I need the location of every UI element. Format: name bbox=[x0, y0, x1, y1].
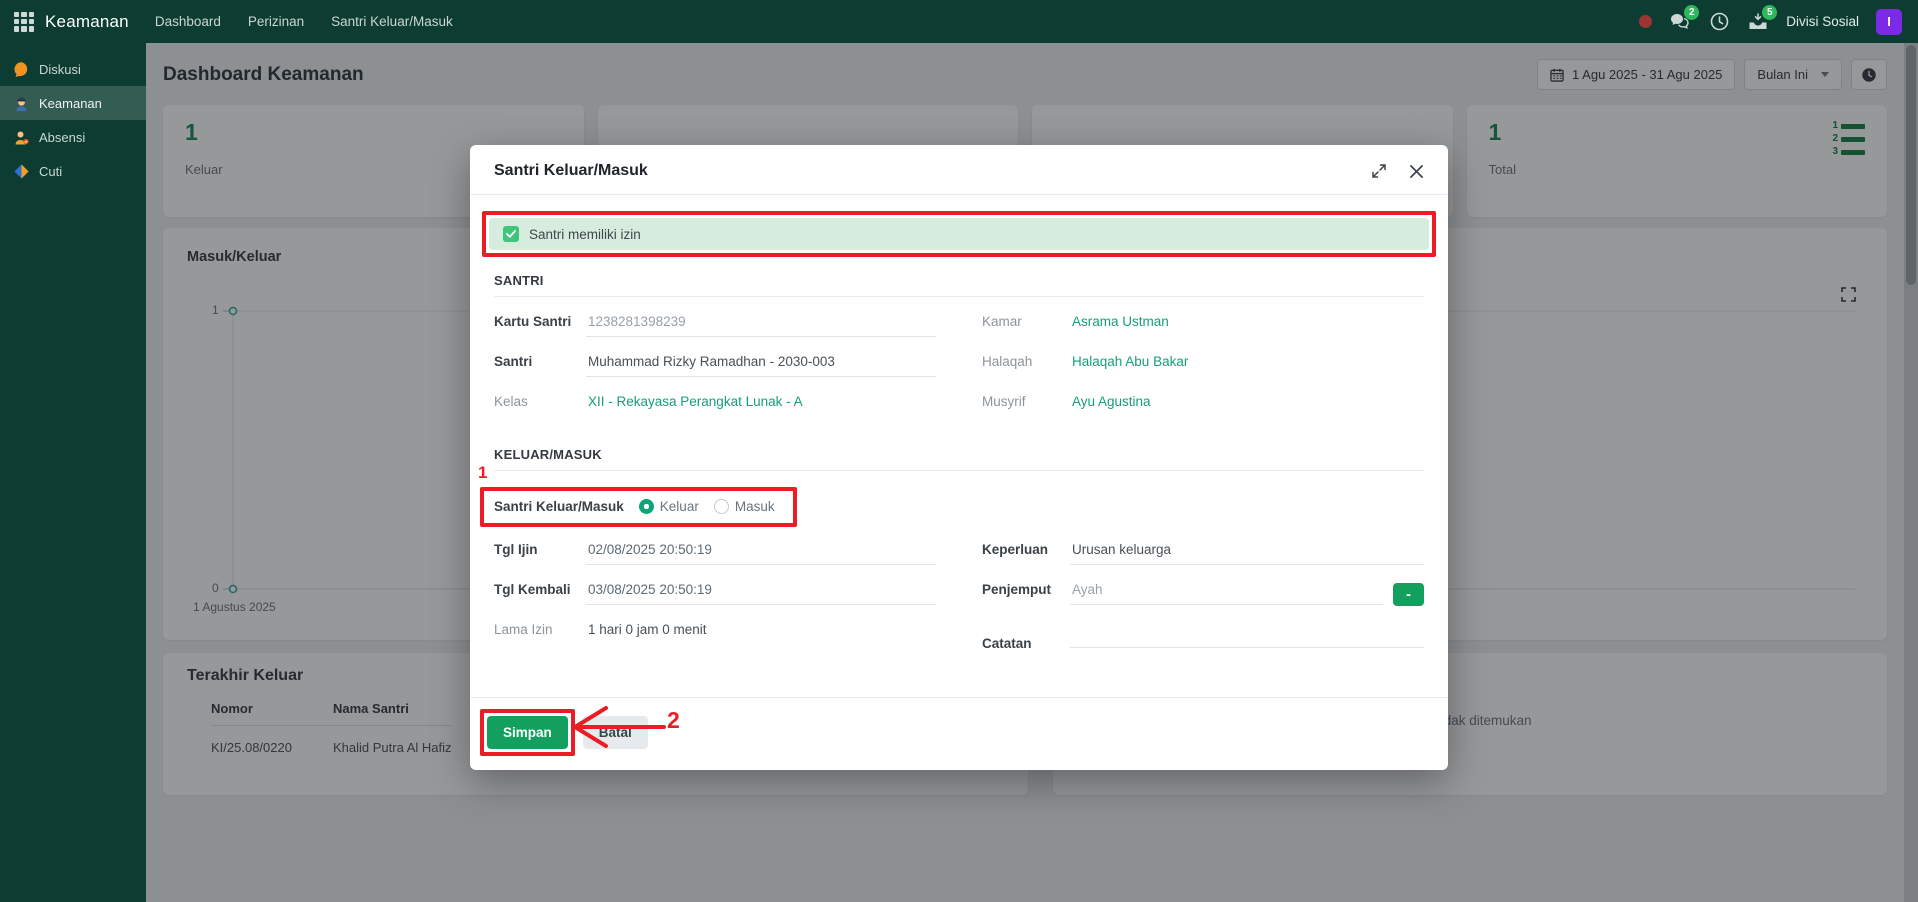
sidebar-item-cuti[interactable]: Cuti bbox=[0, 154, 146, 188]
tgl-kembali-input[interactable]: 03/08/2025 20:50:19 bbox=[586, 581, 936, 605]
annotation-box-radio: Santri Keluar/Masuk Keluar Masuk bbox=[480, 487, 797, 527]
annotation-arrow bbox=[570, 705, 680, 750]
santri-fields-right: Kamar Asrama Ustman Halaqah Halaqah Abu … bbox=[982, 313, 1424, 433]
annotation-box-alert: Santri memiliki izin bbox=[482, 211, 1436, 257]
security-guard-icon bbox=[13, 95, 30, 112]
annotation-step-1: 1 bbox=[478, 463, 487, 483]
field-label: Penjemput bbox=[982, 582, 1070, 597]
radio-option-label: Masuk bbox=[735, 499, 775, 514]
musyrif-link[interactable]: Ayu Agustina bbox=[1070, 393, 1424, 416]
history-clock-icon[interactable] bbox=[1708, 11, 1730, 33]
keluar-masuk-radio-group: Santri Keluar/Masuk Keluar Masuk bbox=[494, 499, 775, 514]
radio-option-label: Keluar bbox=[660, 499, 699, 514]
section-title-santri: SANTRI bbox=[494, 273, 1424, 297]
kelas-link[interactable]: XII - Rekayasa Perangkat Lunak - A bbox=[586, 393, 936, 416]
sidebar-item-label: Cuti bbox=[39, 164, 62, 179]
field-label: Santri bbox=[494, 354, 586, 369]
top-navbar: Keamanan Dashboard Perizinan Santri Kelu… bbox=[0, 0, 1918, 43]
km-fields-left: Tgl Ijin 02/08/2025 20:50:19 Tgl Kembali… bbox=[494, 541, 936, 664]
field-santri: Santri Muhammad Rizky Ramadhan - 2030-00… bbox=[494, 353, 936, 380]
sidebar-item-label: Keamanan bbox=[39, 96, 102, 111]
modal-header: Santri Keluar/Masuk bbox=[470, 145, 1448, 195]
catatan-input[interactable] bbox=[1070, 621, 1424, 648]
field-tgl-ijin: Tgl Ijin 02/08/2025 20:50:19 bbox=[494, 541, 936, 568]
save-button[interactable]: Simpan bbox=[487, 716, 568, 749]
chat-bubble-icon bbox=[13, 61, 30, 78]
field-label: Kartu Santri bbox=[494, 314, 586, 329]
field-catatan: Catatan bbox=[982, 621, 1424, 651]
field-label: Santri Keluar/Masuk bbox=[494, 499, 624, 514]
sidebar-item-label: Diskusi bbox=[39, 62, 81, 77]
field-musyrif: Musyrif Ayu Agustina bbox=[982, 393, 1424, 420]
field-label: Lama Izin bbox=[494, 622, 586, 637]
halaqah-link[interactable]: Halaqah Abu Bakar bbox=[1070, 353, 1424, 376]
nav-link-dashboard[interactable]: Dashboard bbox=[155, 14, 221, 29]
kartu-santri-input[interactable]: 1238281398239 bbox=[586, 313, 936, 337]
permission-alert: Santri memiliki izin bbox=[489, 218, 1429, 250]
field-lama-izin: Lama Izin 1 hari 0 jam 0 menit bbox=[494, 621, 936, 648]
attendance-person-icon bbox=[13, 129, 30, 146]
field-tgl-kembali: Tgl Kembali 03/08/2025 20:50:19 bbox=[494, 581, 936, 608]
lama-izin-value: 1 hari 0 jam 0 menit bbox=[586, 621, 936, 644]
nav-link-perizinan[interactable]: Perizinan bbox=[248, 14, 304, 29]
field-label: Kamar bbox=[982, 314, 1070, 329]
field-penjemput: Penjemput Ayah - bbox=[982, 581, 1424, 608]
sidebar: Diskusi Keamanan Absensi Cuti bbox=[0, 43, 146, 902]
field-label: Keperluan bbox=[982, 542, 1070, 557]
tgl-ijin-input[interactable]: 02/08/2025 20:50:19 bbox=[586, 541, 936, 565]
modal-close-icon[interactable] bbox=[1409, 164, 1424, 179]
kamar-link[interactable]: Asrama Ustman bbox=[1070, 313, 1424, 336]
radio-checked-icon bbox=[639, 499, 654, 514]
check-icon bbox=[503, 226, 519, 242]
penjemput-input[interactable]: Ayah bbox=[1070, 581, 1383, 605]
santri-input[interactable]: Muhammad Rizky Ramadhan - 2030-003 bbox=[586, 353, 936, 377]
annotation-box-save: Simpan bbox=[480, 709, 575, 756]
user-avatar[interactable]: I bbox=[1876, 9, 1902, 35]
modal-title: Santri Keluar/Masuk bbox=[494, 162, 648, 180]
field-label: Kelas bbox=[494, 394, 586, 409]
field-label: Catatan bbox=[982, 636, 1070, 651]
nav-link-santri-keluar-masuk[interactable]: Santri Keluar/Masuk bbox=[331, 14, 453, 29]
leave-diamond-icon bbox=[13, 163, 30, 180]
field-kelas: Kelas XII - Rekayasa Perangkat Lunak - A bbox=[494, 393, 936, 420]
field-label: Musyrif bbox=[982, 394, 1070, 409]
permission-alert-text: Santri memiliki izin bbox=[529, 227, 641, 242]
field-label: Tgl Kembali bbox=[494, 582, 586, 597]
km-fields-right: Keperluan Urusan keluarga Penjemput Ayah… bbox=[982, 541, 1424, 664]
section-title-keluar-masuk: KELUAR/MASUK bbox=[494, 447, 1424, 471]
brand-title: Keamanan bbox=[45, 12, 129, 32]
chat-icon[interactable]: 2 bbox=[1669, 11, 1691, 33]
inbox-tray-icon[interactable]: 5 bbox=[1747, 11, 1769, 33]
sidebar-item-label: Absensi bbox=[39, 130, 85, 145]
app-root: Keamanan Dashboard Perizinan Santri Kelu… bbox=[0, 0, 1918, 902]
radio-unchecked-icon bbox=[714, 499, 729, 514]
remove-penjemput-button[interactable]: - bbox=[1393, 583, 1424, 606]
radio-option-keluar[interactable]: Keluar bbox=[639, 499, 699, 514]
inbox-badge: 5 bbox=[1762, 5, 1777, 20]
modal-expand-icon[interactable] bbox=[1371, 163, 1387, 179]
sidebar-item-absensi[interactable]: Absensi bbox=[0, 120, 146, 154]
sidebar-item-diskusi[interactable]: Diskusi bbox=[0, 52, 146, 86]
santri-fields-left: Kartu Santri 1238281398239 Santri Muhamm… bbox=[494, 313, 936, 433]
modal-body: Santri memiliki izin SANTRI Kartu Santri… bbox=[470, 195, 1448, 697]
recording-status-dot bbox=[1639, 15, 1652, 28]
keperluan-input[interactable]: Urusan keluarga bbox=[1070, 541, 1424, 565]
field-kamar: Kamar Asrama Ustman bbox=[982, 313, 1424, 340]
division-label: Divisi Sosial bbox=[1786, 14, 1859, 29]
field-halaqah: Halaqah Halaqah Abu Bakar bbox=[982, 353, 1424, 380]
modal-santri-keluar-masuk: Santri Keluar/Masuk Santri memiliki izin bbox=[470, 145, 1448, 770]
annotation-step-2: 2 bbox=[667, 707, 680, 734]
chat-badge: 2 bbox=[1684, 5, 1699, 20]
field-label: Tgl Ijin bbox=[494, 542, 586, 557]
apps-grid-icon[interactable] bbox=[14, 12, 34, 32]
radio-option-masuk[interactable]: Masuk bbox=[714, 499, 775, 514]
modal-footer: Simpan Batal 2 bbox=[470, 697, 1448, 770]
field-keperluan: Keperluan Urusan keluarga bbox=[982, 541, 1424, 568]
sidebar-item-keamanan[interactable]: Keamanan bbox=[0, 86, 146, 120]
field-kartu-santri: Kartu Santri 1238281398239 bbox=[494, 313, 936, 340]
field-label: Halaqah bbox=[982, 354, 1070, 369]
